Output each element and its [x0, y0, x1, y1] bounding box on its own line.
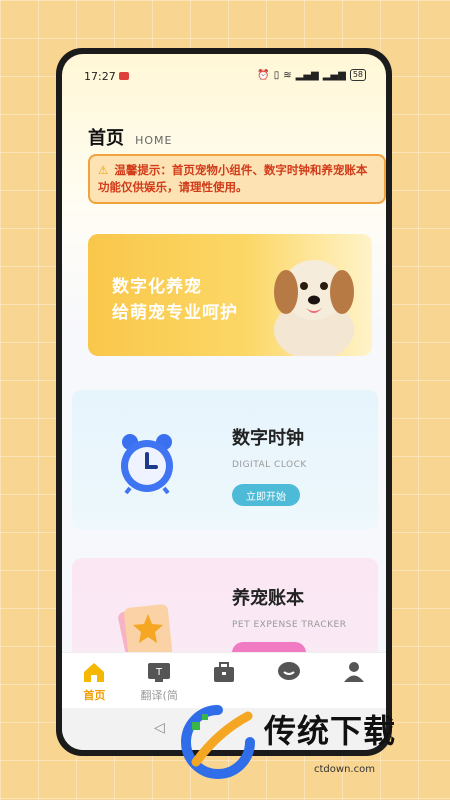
status-icons: ⏰ ▯ ≋ ▂▄▆ ▂▄▆ 58	[257, 69, 366, 81]
signal-icon-2: ▂▄▆	[322, 69, 346, 81]
tab-home[interactable]: 首页	[64, 653, 124, 709]
expense-card-title: 养宠账本	[232, 588, 304, 609]
clock-card-subtitle: DIGITAL CLOCK	[232, 460, 307, 470]
svg-text:T: T	[155, 667, 163, 678]
promo-banner[interactable]: 数字化养宠 给萌宠专业呵护	[88, 234, 372, 356]
home-icon	[84, 663, 105, 682]
expense-card-subtitle: PET EXPENSE TRACKER	[232, 620, 347, 630]
banner-line-2: 给萌宠专业呵护	[112, 303, 238, 323]
toolbox-icon	[213, 662, 234, 682]
status-time: 17:27	[84, 70, 116, 83]
vibrate-icon: ▯	[273, 69, 280, 81]
tab-chat[interactable]	[259, 653, 319, 709]
profile-icon	[343, 662, 364, 682]
battery-icon: 58	[349, 69, 366, 81]
page-header: 首页 HOME	[88, 124, 172, 150]
watermark-url: ctdown.com	[314, 764, 375, 775]
alarm-clock-icon	[121, 434, 173, 494]
app-screen: 17:27 ⏰ ▯ ≋ ▂▄▆ ▂▄▆ 58 首页 HOME ⚠ 温馨提示：首页…	[62, 54, 386, 750]
chat-icon	[277, 662, 300, 680]
tab-home-label: 首页	[83, 689, 106, 702]
tab-profile[interactable]	[324, 653, 384, 709]
phone-frame: 17:27 ⏰ ▯ ≋ ▂▄▆ ▂▄▆ 58 首页 HOME ⚠ 温馨提示：首页…	[56, 48, 392, 756]
bottom-tab-bar: 首页 T 翻译(简	[62, 652, 386, 709]
signal-icon: ▂▄▆	[295, 69, 319, 81]
clock-card-title: 数字时钟	[232, 428, 304, 449]
translate-icon: T	[148, 663, 171, 682]
page-title: 首页	[88, 128, 124, 149]
banner-line-1: 数字化养宠	[112, 277, 202, 297]
tab-toolbox[interactable]	[194, 653, 254, 709]
warning-notice: ⚠ 温馨提示：首页宠物小组件、数字时钟和养宠账本功能仅供娱乐，请理性使用。	[88, 154, 386, 204]
alarm-icon: ⏰	[257, 69, 270, 81]
back-nav-icon[interactable]: ◁	[154, 720, 165, 736]
notification-icon	[119, 72, 129, 80]
wifi-icon: ≋	[283, 69, 292, 81]
status-bar: 17:27 ⏰ ▯ ≋ ▂▄▆ ▂▄▆ 58	[62, 54, 386, 90]
start-clock-button[interactable]: 立即开始	[232, 484, 300, 506]
watermark-logo-icon	[181, 705, 255, 779]
warning-icon: ⚠	[98, 163, 109, 177]
watermark-text: 传统下载	[264, 712, 397, 750]
notice-text: 温馨提示：首页宠物小组件、数字时钟和养宠账本功能仅供娱乐，请理性使用。	[98, 163, 368, 194]
tab-translate[interactable]: T 翻译(简	[129, 653, 189, 709]
site-watermark: 传统下载 ctdown.com	[178, 702, 440, 784]
page-subtitle: HOME	[135, 134, 173, 147]
dog-image	[274, 260, 354, 356]
tab-translate-label: 翻译(简	[140, 689, 178, 702]
digital-clock-card[interactable]: 数字时钟 DIGITAL CLOCK 立即开始	[72, 390, 378, 530]
